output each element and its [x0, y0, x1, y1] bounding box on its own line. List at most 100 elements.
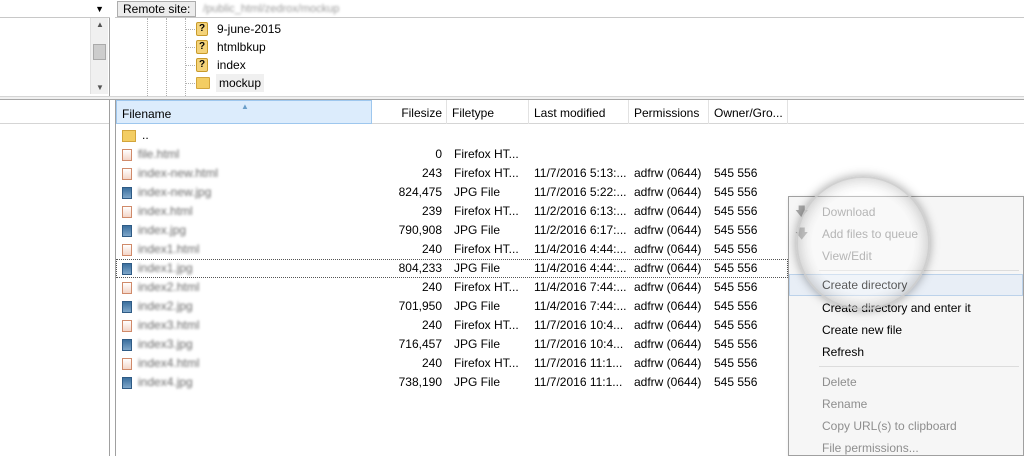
- filename-text: index3.html: [138, 318, 200, 332]
- filetype-cell: Firefox HT...: [454, 242, 519, 256]
- unknown-folder-icon: ?: [196, 22, 208, 36]
- tree-item-index[interactable]: ? index: [196, 56, 249, 74]
- tree-item-htmlbkup[interactable]: ? htmlbkup: [196, 38, 269, 56]
- last-modified-cell: 11/2/2016 6:17:...: [534, 223, 627, 237]
- table-row[interactable]: ..: [116, 126, 1024, 145]
- jpg-file-icon: [122, 224, 132, 237]
- menu-item-file-permissions[interactable]: File permissions...: [789, 437, 1023, 456]
- menu-item-view-edit[interactable]: View/Edit: [789, 245, 1023, 267]
- remote-path-input[interactable]: /public_html/zedrox/mockup: [199, 0, 559, 18]
- filetype-cell: Firefox HT...: [454, 318, 519, 332]
- tree-guide-line: [147, 18, 148, 96]
- html-file-icon: [122, 357, 132, 370]
- permissions-cell: [634, 145, 710, 164]
- menu-item-create-directory[interactable]: Create directory: [789, 274, 1023, 296]
- filesize-cell: 716,457: [398, 337, 442, 351]
- last-modified-cell: 11/7/2016 11:1...: [534, 356, 623, 370]
- scroll-up-icon[interactable]: ▲: [96, 20, 104, 29]
- menu-item-label: Delete: [822, 375, 857, 389]
- folder-icon: [196, 77, 210, 89]
- chevron-down-icon[interactable]: ▼: [95, 4, 104, 14]
- jpg-file-icon: [122, 300, 132, 313]
- local-file-list[interactable]: [0, 100, 110, 456]
- scrollbar-thumb[interactable]: [93, 44, 106, 60]
- permissions-cell: adfrw (0644): [634, 375, 702, 389]
- filename-text: index1.jpg: [138, 261, 193, 275]
- column-header-filesize[interactable]: Filesize: [372, 100, 447, 124]
- column-label: Filename: [122, 107, 172, 121]
- jpg-file-icon: [122, 262, 132, 275]
- column-header-filetype[interactable]: Filetype: [447, 100, 529, 124]
- filetype-cell: Firefox HT...: [454, 204, 519, 218]
- owner-group-cell: 545 556: [714, 318, 758, 332]
- html-file-icon: [122, 148, 132, 161]
- owner-group-cell: 545 556: [714, 337, 758, 351]
- last-modified-cell: [534, 145, 630, 164]
- menu-item-add-to-queue[interactable]: 🡇 Add files to queue: [789, 223, 1023, 245]
- local-tree-scrollbar[interactable]: ▲ ▼: [90, 18, 108, 94]
- owner-group-cell: 545 556: [714, 223, 758, 237]
- permissions-cell: adfrw (0644): [634, 280, 702, 294]
- local-site-dropdown[interactable]: ▼: [0, 0, 110, 18]
- filesize-cell: 239: [421, 204, 442, 218]
- tree-item-9-june-2015[interactable]: ? 9-june-2015: [196, 20, 284, 38]
- filesize-cell: 790,908: [398, 223, 442, 237]
- permissions-cell: adfrw (0644): [634, 261, 702, 275]
- filetype-cell: [454, 126, 532, 145]
- column-label: Filetype: [452, 106, 495, 120]
- table-row[interactable]: index-new.html 243 Firefox HT... 11/7/2016 …: [116, 164, 1024, 183]
- html-file-icon: [122, 205, 132, 218]
- folder-icon: [122, 129, 136, 142]
- context-menu: 🡇 Download 🡇 Add files to queue View/Edi…: [788, 196, 1024, 456]
- filetype-cell: Firefox HT...: [454, 147, 519, 161]
- html-file-icon: [122, 167, 132, 180]
- menu-item-rename[interactable]: Rename: [789, 393, 1023, 415]
- table-row[interactable]: file.html 0 Firefox HT...: [116, 145, 1024, 164]
- filetype-cell: JPG File: [454, 261, 501, 275]
- last-modified-cell: 11/4/2016 7:44:...: [534, 280, 627, 294]
- owner-group-cell: 545 556: [714, 185, 758, 199]
- tree-item-mockup[interactable]: mockup: [196, 74, 265, 92]
- tree-item-label: htmlbkup: [217, 40, 266, 54]
- menu-item-create-new-file[interactable]: Create new file: [789, 319, 1023, 341]
- filename-cell: index4.html: [122, 354, 372, 373]
- table-row[interactable]: index1.jpg 804,233 JPG File 11/4/2016 4:44:…: [116, 259, 788, 278]
- column-header-permissions[interactable]: Permissions: [629, 100, 709, 124]
- filetype-cell: JPG File: [454, 185, 501, 199]
- last-modified-cell: 11/7/2016 5:22:...: [534, 185, 627, 199]
- column-label: Last modified: [534, 106, 606, 120]
- owner-group-cell: 545 556: [714, 242, 758, 256]
- filetype-cell: Firefox HT...: [454, 166, 519, 180]
- menu-item-create-directory-enter[interactable]: Create directory and enter it: [789, 297, 1023, 319]
- menu-item-copy-urls[interactable]: Copy URL(s) to clipboard: [789, 415, 1023, 437]
- scroll-down-icon[interactable]: ▼: [96, 83, 104, 92]
- permissions-cell: adfrw (0644): [634, 318, 702, 332]
- last-modified-cell: 11/4/2016 4:44:...: [534, 242, 627, 256]
- filename-text: index2.html: [138, 280, 200, 294]
- filename-text: index4.jpg: [138, 375, 193, 389]
- permissions-cell: adfrw (0644): [634, 242, 702, 256]
- filetype-cell: JPG File: [454, 375, 501, 389]
- menu-item-download[interactable]: 🡇 Download: [789, 201, 1023, 223]
- last-modified-cell: 11/7/2016 10:4...: [534, 318, 624, 332]
- column-header-owner-group[interactable]: Owner/Gro...: [709, 100, 788, 124]
- menu-item-delete[interactable]: Delete: [789, 371, 1023, 393]
- remote-site-bar: Remote site: /public_html/zedrox/mockup: [115, 0, 1024, 18]
- last-modified-cell: 11/4/2016 7:44:...: [534, 299, 627, 313]
- permissions-cell: [634, 126, 710, 145]
- filesize-cell: 240: [421, 280, 442, 294]
- permissions-cell: adfrw (0644): [634, 204, 702, 218]
- menu-item-refresh[interactable]: Refresh: [789, 341, 1023, 363]
- local-list-header: [0, 100, 109, 124]
- permissions-cell: adfrw (0644): [634, 166, 702, 180]
- menu-item-label: View/Edit: [822, 249, 872, 263]
- tree-branch-line: [185, 29, 195, 30]
- column-header-last-modified[interactable]: Last modified: [529, 100, 629, 124]
- owner-group-cell: 545 556: [714, 299, 758, 313]
- owner-group-cell: [714, 126, 784, 145]
- ftp-client-window: ▼ ▲ ▼ Remote site: /public_html/zedrox/m…: [0, 0, 1024, 456]
- filename-cell: index3.jpg: [122, 335, 372, 354]
- menu-item-label: Create new file: [822, 323, 903, 337]
- column-header-filename[interactable]: ▲ Filename: [116, 100, 372, 124]
- filesize-cell: 701,950: [398, 299, 442, 313]
